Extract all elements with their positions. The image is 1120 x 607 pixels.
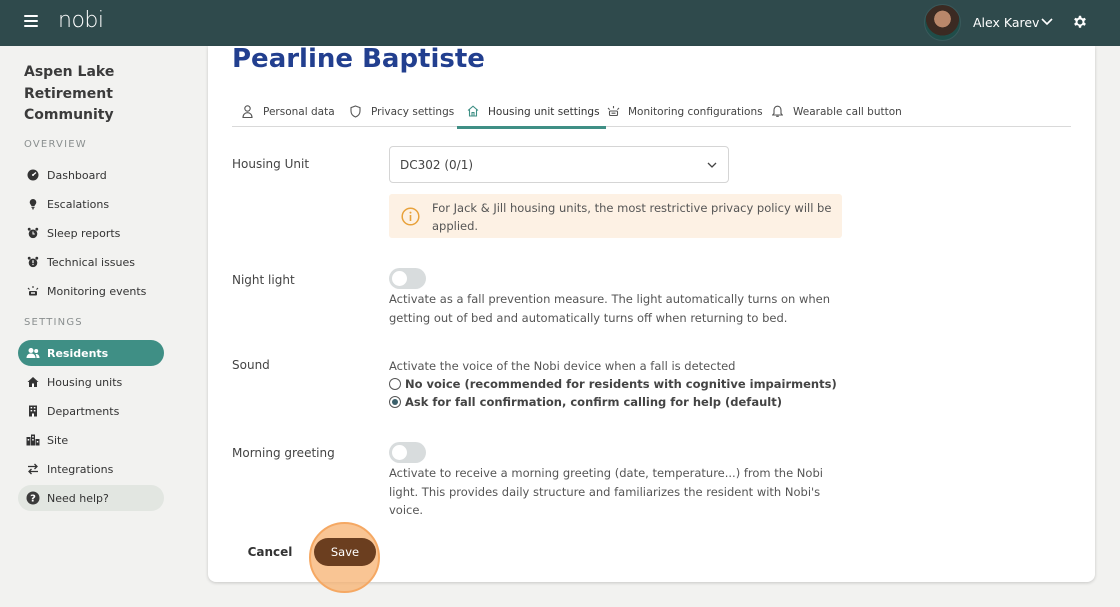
settings-heading: SETTINGS <box>24 317 83 328</box>
radio-label: No voice (recommended for residents with… <box>405 377 837 391</box>
radio-label: Ask for fall confirmation, confirm calli… <box>405 395 782 409</box>
tab-wearable-call-button[interactable]: Wearable call button <box>772 96 902 127</box>
tab-housing-unit-settings[interactable]: Housing unit settings <box>457 96 606 129</box>
morning-greeting-label: Morning greeting <box>232 446 335 460</box>
notice-text: For Jack & Jill housing units, the most … <box>432 201 832 233</box>
tab-monitoring-configurations[interactable]: Monitoring configurations <box>607 96 763 127</box>
bell-icon <box>772 105 785 118</box>
sidebar-item-sleep-reports[interactable]: Sleep reports <box>18 220 164 246</box>
sidebar-item-label: Departments <box>47 404 120 418</box>
tab-label: Housing unit settings <box>488 105 600 118</box>
users-icon <box>26 346 40 360</box>
warning-clock-icon <box>26 255 40 269</box>
top-bar: nobi Alex Karev <box>0 0 1120 46</box>
need-help-button[interactable]: ? Need help? <box>18 485 164 511</box>
tab-personal-data[interactable]: Personal data <box>242 96 335 127</box>
menu-icon[interactable] <box>24 15 38 29</box>
sound-description: Activate the voice of the Nobi device wh… <box>389 359 736 373</box>
sidebar-item-departments[interactable]: Departments <box>18 398 164 424</box>
organization-name: Aspen Lake Retirement Community <box>24 64 115 123</box>
sidebar-item-monitoring-events[interactable]: Monitoring events <box>18 278 164 304</box>
shield-icon <box>350 105 363 118</box>
chevron-down-icon[interactable] <box>1040 14 1054 28</box>
radio-button[interactable] <box>389 396 401 408</box>
building-icon <box>26 404 40 418</box>
housing-unit-label: Housing Unit <box>232 157 310 171</box>
alarm-clock-icon <box>26 226 40 240</box>
need-help-label: Need help? <box>47 491 109 505</box>
morning-greeting-toggle[interactable] <box>389 442 426 463</box>
night-light-toggle[interactable] <box>389 268 426 289</box>
sidebar-item-label: Escalations <box>47 197 110 211</box>
escalation-icon <box>26 197 40 211</box>
tab-label: Personal data <box>263 105 335 118</box>
morning-greeting-description: Activate to receive a morning greeting (… <box>389 466 823 517</box>
house-icon <box>26 375 40 389</box>
person-icon <box>242 105 255 118</box>
tab-label: Wearable call button <box>793 105 902 118</box>
sidebar-item-label: Site <box>47 433 69 447</box>
sidebar-item-label: Technical issues <box>47 255 135 269</box>
sound-label: Sound <box>232 358 270 372</box>
sidebar-item-label: Dashboard <box>47 168 107 182</box>
chevron-down-icon <box>707 162 717 168</box>
sidebar-item-label: Monitoring events <box>47 284 147 298</box>
sidebar-item-dashboard[interactable]: Dashboard <box>18 162 164 188</box>
sidebar-item-technical-issues[interactable]: Technical issues <box>18 249 164 275</box>
sound-option-ask-confirmation[interactable]: Ask for fall confirmation, confirm calli… <box>389 395 782 409</box>
cancel-button[interactable]: Cancel <box>240 538 300 566</box>
dashboard-icon <box>26 168 40 182</box>
tab-bar: Personal data Privacy settings Housing u… <box>232 96 1071 129</box>
sidebar-item-integrations[interactable]: Integrations <box>18 456 164 482</box>
arrows-icon <box>26 462 40 476</box>
housing-unit-select[interactable]: DC302 (0/1) <box>389 146 729 183</box>
night-light-label: Night light <box>232 273 295 287</box>
house-icon <box>467 105 480 118</box>
app-logo[interactable]: nobi <box>58 8 104 33</box>
sidebar-item-site[interactable]: Site <box>18 427 164 453</box>
sidebar-item-label: Sleep reports <box>47 226 121 240</box>
page-title: Pearline Baptiste <box>232 44 485 74</box>
night-light-description: Activate as a fall prevention measure. T… <box>389 292 831 325</box>
help-icon: ? <box>26 491 40 505</box>
svg-text:?: ? <box>30 494 36 505</box>
tab-label: Privacy settings <box>371 105 455 118</box>
info-icon <box>401 207 420 226</box>
radio-button[interactable] <box>389 378 401 390</box>
privacy-notice: For Jack & Jill housing units, the most … <box>389 194 842 238</box>
sound-option-no-voice[interactable]: No voice (recommended for residents with… <box>389 377 837 391</box>
avatar[interactable] <box>924 4 961 41</box>
housing-unit-value: DC302 (0/1) <box>400 157 474 172</box>
gear-icon[interactable] <box>1071 13 1089 31</box>
tab-label: Monitoring configurations <box>628 105 763 118</box>
tab-privacy-settings[interactable]: Privacy settings <box>350 96 454 127</box>
sidebar-item-label: Residents <box>47 346 109 360</box>
sidebar-item-housing-units[interactable]: Housing units <box>18 369 164 395</box>
sidebar-item-label: Housing units <box>47 375 123 389</box>
save-button[interactable]: Save <box>314 538 376 566</box>
sidebar-item-escalations[interactable]: Escalations <box>18 191 164 217</box>
city-icon <box>26 433 40 447</box>
user-name[interactable]: Alex Karev <box>973 15 1039 30</box>
monitoring-icon <box>26 284 40 298</box>
overview-heading: OVERVIEW <box>24 139 87 150</box>
sidebar-item-label: Integrations <box>47 462 114 476</box>
sidebar-item-residents[interactable]: Residents <box>18 340 164 366</box>
monitoring-icon <box>607 105 620 118</box>
